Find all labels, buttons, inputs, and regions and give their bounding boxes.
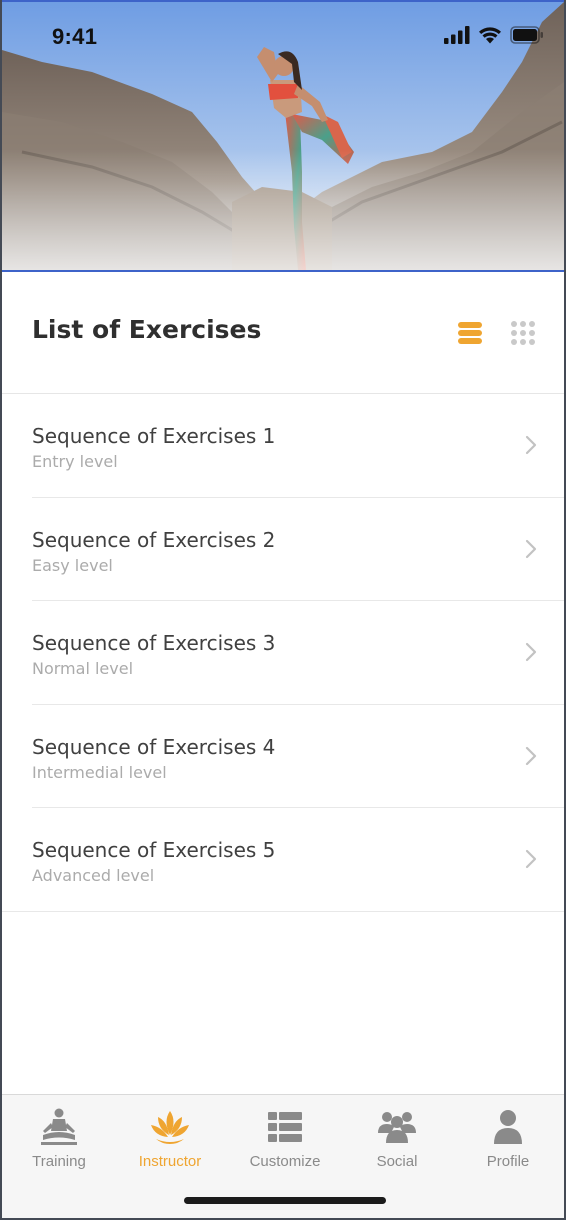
exercise-item-1[interactable]: Sequence of Exercises 1 Entry level bbox=[32, 394, 566, 498]
list-view-icon bbox=[458, 322, 482, 344]
chevron-right-icon bbox=[525, 746, 537, 765]
exercise-item-4[interactable]: Sequence of Exercises 4 Intermedial leve… bbox=[32, 705, 566, 808]
tab-label: Customize bbox=[249, 1153, 321, 1170]
chevron-right-icon bbox=[525, 539, 537, 558]
exercise-level: Normal level bbox=[32, 659, 134, 678]
group-icon bbox=[378, 1112, 416, 1143]
tab-label: Training bbox=[32, 1153, 86, 1170]
home-indicator bbox=[184, 1197, 386, 1204]
status-icons bbox=[444, 26, 544, 44]
exercise-name: Sequence of Exercises 4 bbox=[32, 734, 276, 759]
grid-view-button[interactable] bbox=[508, 318, 538, 348]
exercise-name: Sequence of Exercises 5 bbox=[32, 838, 276, 862]
exercise-level: Easy level bbox=[32, 555, 113, 575]
exercise-name: Sequence of Exercises 1 bbox=[32, 424, 276, 448]
status-bar: 9:41 bbox=[2, 2, 564, 72]
status-time: 9:41 bbox=[52, 24, 98, 49]
battery-icon bbox=[510, 26, 543, 44]
cellular-signal-icon bbox=[444, 26, 470, 44]
tab-label: Instructor bbox=[138, 1153, 202, 1170]
grid-view-icon bbox=[511, 321, 535, 345]
hero-image: 9:41 bbox=[0, 0, 566, 272]
exercise-item-3[interactable]: Sequence of Exercises 3 Normal level bbox=[32, 601, 566, 705]
chevron-right-icon bbox=[525, 435, 537, 455]
exercise-item-2[interactable]: Sequence of Exercises 2 Easy level bbox=[32, 498, 566, 601]
wifi-icon bbox=[479, 27, 501, 44]
tab-instructor[interactable]: Instructor bbox=[115, 1107, 225, 1177]
exercise-name: Sequence of Exercises 2 bbox=[32, 527, 276, 552]
tab-label: Profile bbox=[486, 1153, 530, 1170]
tab-label: Social bbox=[376, 1153, 418, 1170]
list-header: List of Exercises bbox=[0, 272, 566, 394]
tab-profile[interactable]: Profile bbox=[453, 1107, 563, 1177]
lotus-icon bbox=[151, 1111, 189, 1144]
user-icon bbox=[494, 1110, 522, 1144]
exercise-level: Advanced level bbox=[32, 866, 155, 885]
exercise-name: Sequence of Exercises 3 bbox=[32, 631, 276, 655]
tab-training[interactable]: Training bbox=[4, 1107, 114, 1177]
exercise-level: Intermedial level bbox=[32, 762, 167, 782]
exercise-list: Sequence of Exercises 1 Entry level Sequ… bbox=[0, 394, 566, 912]
tab-customize[interactable]: Customize bbox=[230, 1107, 340, 1177]
exercise-item-5[interactable]: Sequence of Exercises 5 Advanced level bbox=[0, 808, 566, 912]
meditation-icon bbox=[41, 1108, 77, 1145]
exercise-level: Entry level bbox=[32, 452, 118, 471]
tab-social[interactable]: Social bbox=[342, 1107, 452, 1177]
list-icon bbox=[268, 1112, 302, 1142]
chevron-right-icon bbox=[525, 849, 537, 869]
page-title: List of Exercises bbox=[32, 315, 262, 344]
list-view-button[interactable] bbox=[455, 318, 485, 348]
chevron-right-icon bbox=[525, 642, 537, 662]
